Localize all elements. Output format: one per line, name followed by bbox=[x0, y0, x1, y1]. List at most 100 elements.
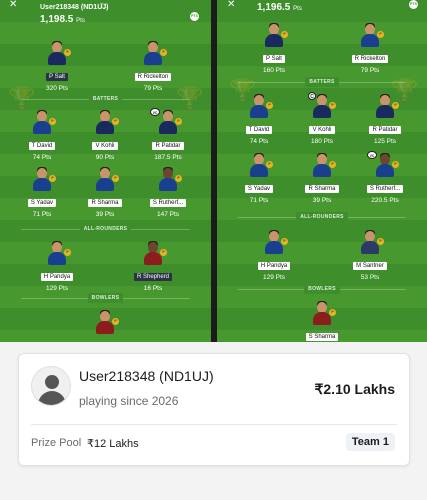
player-card[interactable]: P H Pandya 129 Pts bbox=[32, 240, 82, 298]
player-card[interactable]: P V Kohli 90 Pts bbox=[80, 109, 130, 167]
card-divider bbox=[31, 424, 397, 425]
player-points: 74 Pts bbox=[32, 154, 52, 161]
player-avatar: P bbox=[248, 93, 273, 118]
pts-toggle-icon[interactable]: PTS bbox=[409, 0, 418, 9]
player-card[interactable]: P VC S Rutherf... 220.5 Pts bbox=[360, 151, 410, 210]
player-avatar: P bbox=[311, 300, 336, 325]
player-name: R Rickelton bbox=[351, 55, 389, 63]
player-points: 39 Pts bbox=[95, 211, 115, 218]
pts-toggle-icon[interactable]: PTS bbox=[190, 12, 199, 21]
player-card[interactable]: PC V Kohli 180 Pts bbox=[297, 92, 347, 151]
player-avatar: P bbox=[46, 240, 71, 265]
player-points: 129 Pts bbox=[45, 285, 69, 292]
player-card[interactable]: P P Salt 320 Pts bbox=[32, 40, 82, 98]
player-name: R Patidar bbox=[369, 126, 401, 134]
player-avatar: PC bbox=[308, 92, 336, 118]
player-name: H Pandya bbox=[40, 273, 74, 281]
player-name: R Shepherd bbox=[133, 273, 173, 281]
player-name: V Kohli bbox=[92, 142, 118, 150]
player-points: 39 Pts bbox=[312, 197, 332, 204]
player-avatar: P bbox=[263, 229, 288, 254]
player-card[interactable]: P P Salt 160 Pts bbox=[249, 22, 299, 80]
player-card[interactable]: P R Shepherd 16 Pts bbox=[128, 240, 178, 298]
player-avatar: P bbox=[142, 240, 167, 265]
player-avatar: P bbox=[311, 152, 336, 177]
team-points-value: 1,198.5 bbox=[40, 14, 74, 25]
player-points: 16 Pts bbox=[143, 285, 163, 292]
player-card[interactable]: P T David 74 Pts bbox=[17, 109, 67, 167]
player-avatar: P bbox=[142, 40, 167, 65]
player-avatar: P bbox=[359, 229, 384, 254]
playing-since: playing since 2026 bbox=[79, 394, 179, 408]
player-avatar: P bbox=[31, 109, 56, 134]
player-avatar: P bbox=[94, 109, 119, 134]
player-card[interactable]: P bbox=[80, 309, 130, 342]
player-name: T David bbox=[245, 126, 273, 134]
player-avatar: P bbox=[374, 93, 399, 118]
right-team-pitch: ✕ 1,196.5 Pts PTS 🏆 🏆 BATTERS ALL-ROUNDE… bbox=[217, 0, 427, 342]
player-card[interactable]: P S Yadav 71 Pts bbox=[17, 166, 67, 224]
vice-captain-badge: VC bbox=[367, 151, 377, 159]
winnings-amount: ₹2.10 Lakhs bbox=[314, 381, 395, 397]
player-name: R Patidar bbox=[152, 142, 184, 150]
prize-pool-value: ₹12 Lakhs bbox=[87, 438, 139, 450]
player-name: V Kohli bbox=[309, 126, 335, 134]
team-points: 1,196.5 Pts bbox=[257, 2, 302, 13]
player-name: P Salt bbox=[263, 55, 285, 63]
player-points: 160 Pts bbox=[262, 67, 286, 74]
player-avatar: P bbox=[248, 152, 273, 177]
player-points: 129 Pts bbox=[262, 274, 286, 281]
close-icon[interactable]: ✕ bbox=[227, 0, 235, 10]
player-name: S Rutherf... bbox=[366, 185, 404, 193]
player-name: M Santner bbox=[353, 262, 387, 270]
player-card[interactable]: P R Rickelton 79 Pts bbox=[345, 22, 395, 80]
player-points: 79 Pts bbox=[143, 85, 163, 92]
team-points: 1,198.5 Pts bbox=[40, 14, 85, 25]
player-avatar: P bbox=[263, 22, 288, 47]
player-name: R Rickelton bbox=[134, 73, 172, 81]
player-points: 53 Pts bbox=[360, 274, 380, 281]
player-avatar: P bbox=[94, 309, 119, 334]
player-card[interactable]: P M Santner 53 Pts bbox=[345, 229, 395, 287]
player-points: 320 Pts bbox=[45, 85, 69, 92]
player-points: 187.5 Pts bbox=[154, 154, 182, 161]
player-name: H Pandya bbox=[257, 262, 291, 270]
player-card[interactable]: P R Rickelton 79 Pts bbox=[128, 40, 178, 98]
player-avatar: P bbox=[359, 22, 384, 47]
player-card[interactable]: P R Sharma 39 Pts bbox=[80, 166, 130, 224]
captain-badge: C bbox=[308, 92, 316, 100]
player-avatar: P VC bbox=[367, 151, 399, 177]
team-points-value: 1,196.5 bbox=[257, 2, 291, 13]
player-points: 74 Pts bbox=[249, 138, 269, 145]
player-card[interactable]: P VC R Patidar 187.5 Pts bbox=[143, 108, 193, 167]
player-card[interactable]: P R Patidar 125 Pts bbox=[360, 93, 410, 151]
player-avatar: P bbox=[157, 166, 182, 191]
player-name: S Yadav bbox=[27, 199, 57, 207]
player-avatar: P bbox=[46, 40, 71, 65]
player-points: 220.5 Pts bbox=[371, 197, 399, 204]
team-badge[interactable]: Team 1 bbox=[345, 433, 395, 451]
player-card[interactable]: P S Rutherf... 147 Pts bbox=[143, 166, 193, 224]
left-team-pitch: ✕ User218348 (ND1UJ) T1 1,198.5 Pts PTS … bbox=[0, 0, 211, 342]
player-name: S Rutherf... bbox=[149, 199, 187, 207]
player-card[interactable]: P S Yadav 71 Pts bbox=[234, 152, 284, 210]
close-icon[interactable]: ✕ bbox=[9, 0, 17, 10]
player-points: 71 Pts bbox=[32, 211, 52, 218]
player-name: R Sharma bbox=[305, 185, 339, 193]
player-card[interactable]: P H Pandya 129 Pts bbox=[249, 229, 299, 287]
user-avatar-icon bbox=[31, 366, 71, 406]
player-name: P Salt bbox=[46, 73, 68, 81]
team-username: User218348 (ND1UJ) bbox=[40, 4, 109, 11]
player-card[interactable]: P R Sharma 39 Pts bbox=[297, 152, 347, 210]
player-avatar: P bbox=[94, 166, 119, 191]
section-all-rounders: ALL-ROUNDERS bbox=[217, 212, 427, 222]
player-points: 79 Pts bbox=[360, 67, 380, 74]
player-card[interactable]: P S Sharma bbox=[297, 300, 347, 342]
player-points: 90 Pts bbox=[95, 154, 115, 161]
prize-pool-label: Prize Pool bbox=[31, 437, 82, 449]
screen: ✕ User218348 (ND1UJ) T1 1,198.5 Pts PTS … bbox=[0, 0, 427, 500]
player-points: 71 Pts bbox=[249, 197, 269, 204]
player-card[interactable]: P T David 74 Pts bbox=[234, 93, 284, 151]
player-points: 125 Pts bbox=[373, 138, 397, 145]
player-avatar: P VC bbox=[150, 108, 182, 134]
